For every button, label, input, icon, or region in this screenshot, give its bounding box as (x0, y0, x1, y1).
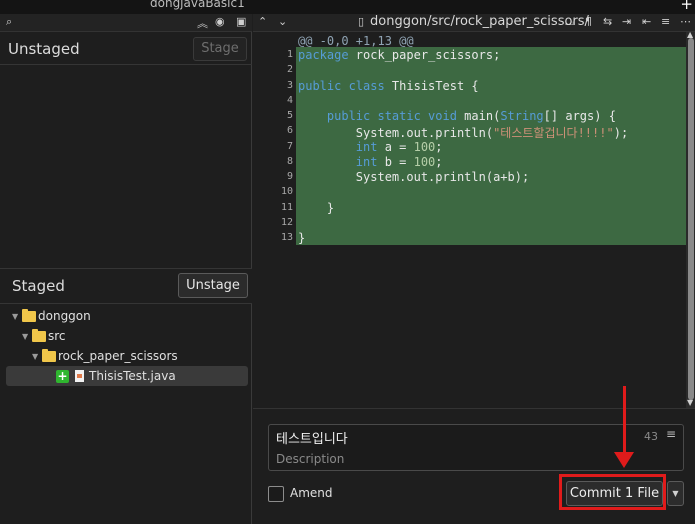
staged-title: Staged (12, 277, 65, 295)
tree-label: ThisisTest.java (89, 369, 176, 383)
unstage-button[interactable]: Unstage (178, 273, 248, 298)
code-line: 10 (253, 185, 686, 200)
unstaged-title: Unstaged (8, 40, 80, 58)
java-file-icon (75, 370, 84, 382)
plus-icon[interactable]: + (680, 0, 693, 13)
tree-folder-donggon[interactable]: ▼ donggon (6, 306, 248, 326)
code-line: 7 int a = 100; (253, 140, 686, 155)
code-line: 5 public static void main(String[] args)… (253, 109, 686, 124)
tree-folder-rock-paper-scissors[interactable]: ▼ rock_paper_scissors (6, 346, 248, 366)
code-line: 11 } (253, 201, 686, 216)
code-text: public class ThisisTest { (298, 79, 479, 93)
code-text: System.out.println(a+b); (298, 170, 530, 184)
line-number: 10 (280, 186, 293, 197)
line-number: 9 (286, 171, 293, 182)
staged-header: Staged Unstage (0, 268, 252, 304)
stage-button[interactable]: Stage (193, 37, 247, 61)
folder-icon (32, 328, 46, 342)
unstaged-header: Unstaged Stage (0, 32, 252, 65)
code-text: int b = 100; (355, 155, 443, 169)
line-number: 4 (286, 95, 293, 106)
code-line: 3 public class ThisisTest { (253, 79, 686, 94)
folder-icon (42, 348, 56, 362)
line-number: 13 (280, 232, 293, 243)
code-line: 6 System.out.println("테스트할겁니다!!!!"); (253, 124, 686, 140)
code-text: } (298, 231, 306, 245)
line-number: 8 (286, 156, 293, 167)
hunk-header: @@ -0,0 +1,13 @@ (298, 34, 414, 48)
amend-label: Amend (290, 486, 333, 500)
tree-label: rock_paper_scissors (58, 349, 178, 363)
code-text: System.out.println("테스트할겁니다!!!!"); (298, 126, 629, 140)
code-line: 8 int b = 100; (253, 155, 686, 170)
code-line: 1 package rock_paper_scissors; (253, 48, 686, 63)
annotation-arrow-head (614, 452, 634, 468)
split-view-icon[interactable]: ≡ (661, 15, 670, 28)
expand-arrow-icon[interactable]: ▼ (12, 312, 22, 321)
amend-checkbox[interactable] (268, 486, 284, 502)
line-number: 6 (286, 125, 293, 136)
line-number: 5 (286, 110, 293, 121)
code-text: public static void main(String[] args) { (326, 109, 616, 123)
search-icon[interactable]: ⌕ (6, 15, 12, 29)
chevron-down-icon[interactable]: ⌄ (278, 15, 287, 28)
added-status-icon: + (56, 368, 69, 383)
tree-folder-src[interactable]: ▼ src (6, 326, 248, 346)
commit-summary-text[interactable]: 테스트입니다 (276, 428, 348, 447)
line-number: 3 (286, 80, 293, 91)
wrap-icon[interactable]: ⇆ (603, 15, 612, 28)
menu-icon[interactable]: ≡ (666, 427, 676, 441)
chevron-down-icon[interactable]: ▼ (667, 481, 684, 506)
code-line: 2 (253, 63, 686, 78)
title-bar (0, 0, 695, 14)
expand-arrow-icon[interactable]: ▼ (32, 352, 42, 361)
code-line: 9 System.out.println(a+b); (253, 170, 686, 185)
window-title: dongjavaBasic1 (150, 0, 245, 10)
line-number: 1 (286, 49, 293, 60)
tree-label: donggon (38, 309, 91, 323)
line-number: 2 (286, 64, 293, 75)
chevron-up-icon[interactable]: ⌃ (258, 15, 267, 28)
expand-arrow-icon[interactable]: ▼ (22, 332, 32, 341)
code-text: package rock_paper_scissors; (298, 48, 501, 62)
expand-lines-icon[interactable]: ⇤ (642, 15, 651, 28)
more-icon[interactable]: ⋯ (680, 15, 691, 28)
scroll-up-icon[interactable]: ▲ (687, 30, 693, 39)
staged-tree: ▼ donggon ▼ src ▼ rock_paper_scissors + … (6, 306, 248, 386)
eye-icon[interactable]: ◉ (215, 15, 225, 28)
file-icon: ▯ (358, 15, 365, 28)
whitespace-icon[interactable]: ⌴ (565, 15, 574, 29)
code-text: int a = 100; (355, 140, 443, 154)
scroll-down-icon[interactable]: ▼ (687, 398, 693, 407)
file-path: donggon/src/rock_paper_scissors/ (370, 14, 589, 29)
scrollbar-thumb[interactable] (688, 38, 694, 400)
description-placeholder: Description (276, 452, 345, 466)
code-line: 13 } (253, 231, 686, 246)
code-line: 12 (253, 216, 686, 231)
character-count: 43 (644, 430, 658, 443)
folder-icon (22, 308, 36, 322)
collapse-all-icon[interactable]: ︽ (197, 15, 208, 31)
line-number: 7 (286, 141, 293, 152)
tree-file-thisistest[interactable]: + ThisisTest.java (6, 366, 248, 386)
tree-label: src (48, 329, 66, 343)
line-number: 11 (280, 202, 293, 213)
code-text: } (298, 201, 335, 215)
collapse-lines-icon[interactable]: ⇥ (622, 15, 631, 28)
pilcrow-icon[interactable]: ¶ (585, 15, 592, 28)
annotation-highlight-box (559, 474, 666, 510)
line-number: 12 (280, 217, 293, 228)
annotation-arrow (623, 386, 626, 456)
code-line: 4 (253, 94, 686, 109)
layout-icon[interactable]: ▣ (236, 15, 246, 28)
